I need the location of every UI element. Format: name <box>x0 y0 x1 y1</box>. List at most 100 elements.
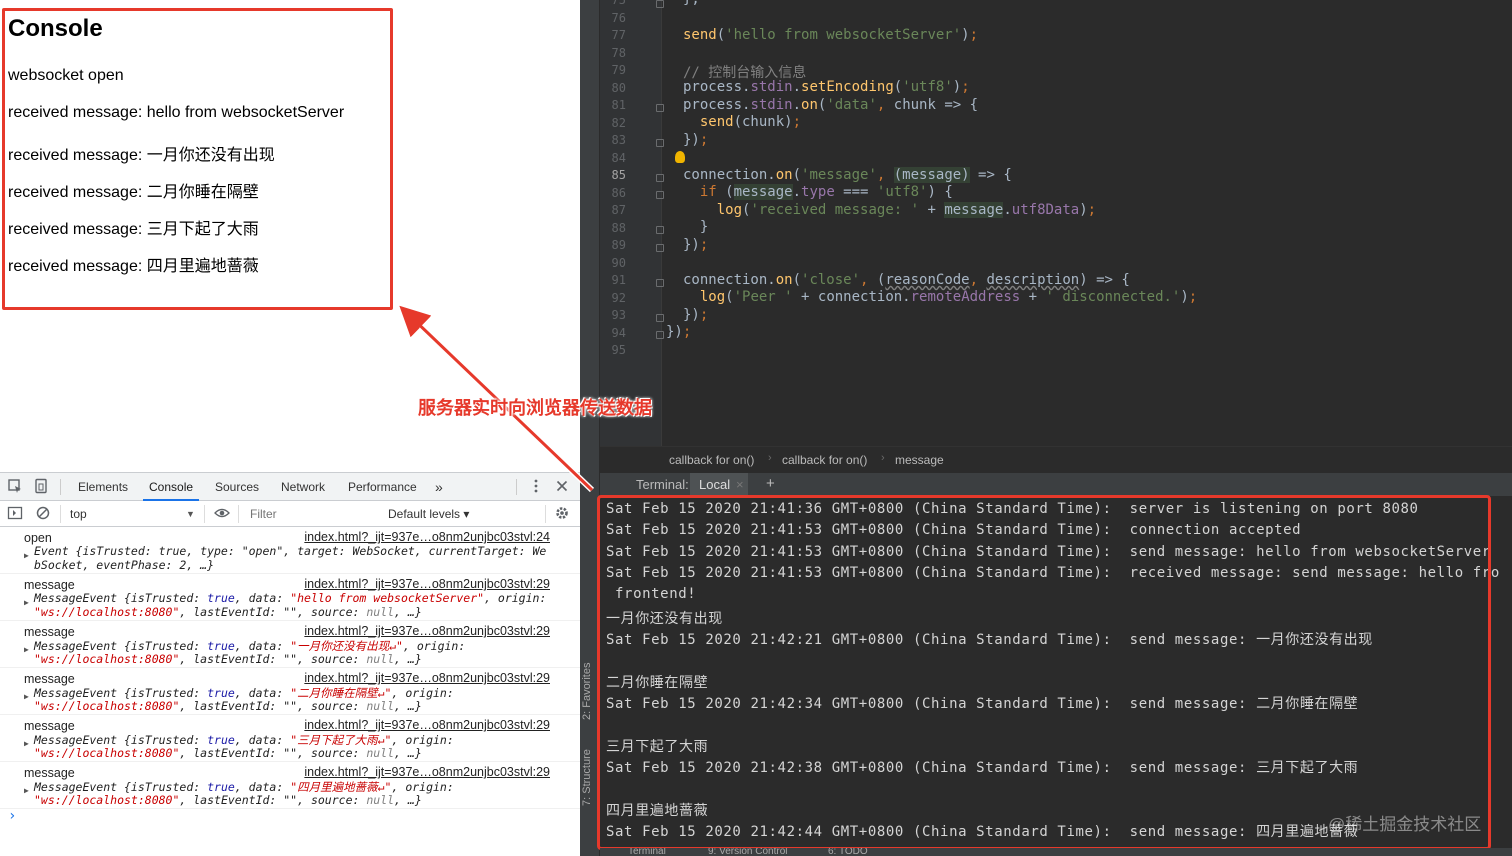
clear-console-icon[interactable] <box>34 505 52 523</box>
add-terminal-button[interactable]: + <box>766 475 775 492</box>
log-string: "ws://localhost:8080" <box>34 793 180 807</box>
tab-performance[interactable]: Performance <box>348 473 417 501</box>
log-text: MessageEvent {isTrusted: <box>34 733 208 747</box>
sidebar-toggle-icon[interactable] <box>6 505 24 523</box>
fold-marker-icon[interactable] <box>656 226 664 234</box>
close-icon[interactable] <box>553 478 571 496</box>
breadcrumb-item[interactable]: callback for on() <box>782 453 867 467</box>
devtools-panel: Elements Console Sources Network Perform… <box>0 472 580 856</box>
page-heading: Console <box>8 15 103 42</box>
log-label: open <box>24 531 52 545</box>
favorites-tool-label[interactable]: 2: Favorites <box>581 663 593 720</box>
log-levels-select[interactable]: Default levels ▾ <box>388 501 469 527</box>
log-source-link[interactable]: index.html?_ijt=937e…o8nm2unjbc03stvl:29 <box>304 718 550 732</box>
separator <box>545 505 546 523</box>
log-object-line: "ws://localhost:8080", lastEventId: "", … <box>34 793 422 807</box>
line-number: 89 <box>611 238 626 252</box>
expand-triangle-icon[interactable]: ▶ <box>24 692 29 701</box>
log-text: , lastEventId: "", source: <box>179 793 367 807</box>
log-text: , …} <box>394 699 422 713</box>
filter-input[interactable] <box>244 504 374 524</box>
terminal-label: Terminal: <box>636 477 689 492</box>
tab-network[interactable]: Network <box>281 473 325 501</box>
tab-sources[interactable]: Sources <box>215 473 259 501</box>
fold-marker-icon[interactable] <box>656 174 664 182</box>
bottom-tab-todo[interactable]: 6: TODO <box>828 848 868 856</box>
bottom-tool-bar: Terminal 9: Version Control 6: TODO <box>600 848 1512 856</box>
log-string: "ws://localhost:8080" <box>34 699 180 713</box>
log-text: , origin: <box>484 591 547 605</box>
log-bool: true <box>207 686 235 700</box>
highlight-box-terminal <box>597 495 1491 850</box>
expand-triangle-icon[interactable]: ▶ <box>24 598 29 607</box>
eye-icon[interactable] <box>213 505 231 523</box>
close-tab-icon[interactable]: × <box>736 477 744 492</box>
line-number: 75 <box>611 0 626 7</box>
fold-marker-icon[interactable] <box>656 279 664 287</box>
expand-triangle-icon[interactable]: ▶ <box>24 645 29 654</box>
fold-marker-icon[interactable] <box>656 191 664 199</box>
breadcrumb-item[interactable]: message <box>895 453 944 467</box>
log-text: MessageEvent {isTrusted: <box>34 780 208 794</box>
page-line: received message: 二月你睡在隔壁 <box>8 184 259 201</box>
tab-elements[interactable]: Elements <box>78 473 128 501</box>
log-string: "ws://localhost:8080" <box>34 605 180 619</box>
breadcrumb: callback for on() › callback for on() › … <box>600 446 1512 472</box>
log-text: , data: <box>234 780 291 794</box>
separator <box>516 479 517 495</box>
bottom-tab-terminal[interactable]: Terminal <box>628 848 666 856</box>
fold-marker-icon[interactable] <box>656 331 664 339</box>
tab-console[interactable]: Console <box>143 473 200 501</box>
code-line: send(chunk); <box>699 114 802 130</box>
log-string: "ws://localhost:8080" <box>34 746 180 760</box>
line-number: 92 <box>611 291 626 305</box>
inspect-element-icon[interactable] <box>6 478 24 496</box>
fold-marker-icon[interactable] <box>656 244 664 252</box>
log-object-line: Event {isTrusted: true, type: "open", ta… <box>34 544 547 558</box>
expand-triangle-icon[interactable]: ▶ <box>24 551 29 560</box>
log-source-link[interactable]: index.html?_ijt=937e…o8nm2unjbc03stvl:29 <box>304 624 550 638</box>
terminal-tab-label[interactable]: Local <box>699 477 730 492</box>
chevron-down-icon[interactable]: ▼ <box>186 501 195 527</box>
device-toggle-icon[interactable] <box>32 478 50 496</box>
line-number: 79 <box>611 63 626 77</box>
log-string: "三月下起了大雨↵" <box>290 733 392 747</box>
log-source-link[interactable]: index.html?_ijt=937e…o8nm2unjbc03stvl:29 <box>304 671 550 685</box>
line-number: 82 <box>611 116 626 130</box>
fold-marker-icon[interactable] <box>656 104 664 112</box>
line-number: 86 <box>611 186 626 200</box>
more-tabs-button[interactable]: » <box>435 473 443 501</box>
line-number: 76 <box>611 11 626 25</box>
line-number: 81 <box>611 98 626 112</box>
fold-marker-icon[interactable] <box>656 0 664 8</box>
log-source-link[interactable]: index.html?_ijt=937e…o8nm2unjbc03stvl:29 <box>304 765 550 779</box>
log-object-line: bSocket, eventPhase: 2, …} <box>34 558 215 572</box>
log-null: null <box>366 652 395 666</box>
fold-marker-icon[interactable] <box>656 314 664 322</box>
context-select[interactable]: top <box>70 501 87 527</box>
structure-tool-label[interactable]: 7: Structure <box>581 749 593 806</box>
log-text: , origin: <box>391 686 454 700</box>
kebab-menu-icon[interactable] <box>527 478 545 496</box>
expand-triangle-icon[interactable]: ▶ <box>24 786 29 795</box>
log-object-line: "ws://localhost:8080", lastEventId: "", … <box>34 605 422 619</box>
lightbulb-icon[interactable] <box>675 151 685 163</box>
console-prompt[interactable]: › <box>8 808 16 824</box>
fold-marker-icon[interactable] <box>656 139 664 147</box>
gear-icon[interactable] <box>553 505 571 523</box>
log-string: "二月你睡在隔壁↵" <box>290 686 392 700</box>
expand-triangle-icon[interactable]: ▶ <box>24 739 29 748</box>
log-entry: message index.html?_ijt=937e…o8nm2unjbc0… <box>0 621 580 668</box>
breadcrumb-item[interactable]: callback for on() <box>669 453 754 467</box>
log-text: , data: <box>234 686 291 700</box>
log-entry: open index.html?_ijt=937e…o8nm2unjbc03st… <box>0 527 580 574</box>
log-label: message <box>24 719 75 733</box>
code-line: }); <box>683 237 709 253</box>
log-text: , …} <box>394 652 422 666</box>
log-text: , data: <box>234 639 291 653</box>
log-bool: true <box>207 639 235 653</box>
code-line: connection.on('close', (reasonCode, desc… <box>683 272 1130 288</box>
log-source-link[interactable]: index.html?_ijt=937e…o8nm2unjbc03stvl:24 <box>304 530 550 544</box>
log-source-link[interactable]: index.html?_ijt=937e…o8nm2unjbc03stvl:29 <box>304 577 550 591</box>
bottom-tab-version-control[interactable]: 9: Version Control <box>708 848 788 856</box>
